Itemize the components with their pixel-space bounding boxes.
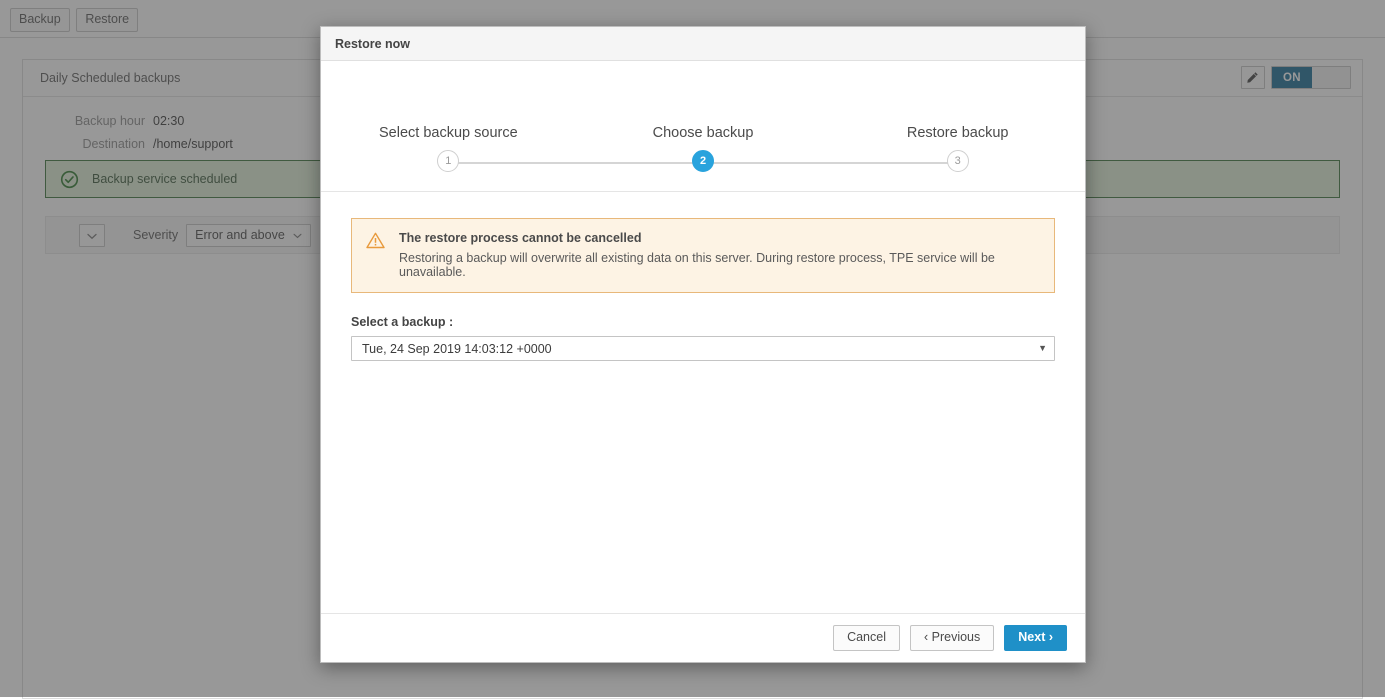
next-button[interactable]: Next › <box>1004 625 1067 651</box>
select-backup-dropdown[interactable]: Tue, 24 Sep 2019 14:03:12 +0000 ▼ <box>351 336 1055 361</box>
stepper-dots: 1 2 3 <box>321 150 1085 172</box>
step-dot-container-2: 2 <box>576 150 831 172</box>
warning-alert-text: Restoring a backup will overwrite all ex… <box>399 251 1040 279</box>
restore-now-dialog: Restore now Select backup source Choose … <box>320 26 1086 663</box>
stepper-labels: Select backup source Choose backup Resto… <box>321 125 1085 141</box>
warning-alert: The restore process cannot be cancelled … <box>351 218 1055 293</box>
step-dot-container-1: 1 <box>321 150 576 172</box>
select-backup-value: Tue, 24 Sep 2019 14:03:12 +0000 <box>362 342 552 356</box>
dialog-body: The restore process cannot be cancelled … <box>321 192 1085 613</box>
previous-button[interactable]: ‹ Previous <box>910 625 994 651</box>
cancel-button[interactable]: Cancel <box>833 625 900 651</box>
step-dot-3[interactable]: 3 <box>947 150 969 172</box>
dialog-title: Restore now <box>335 37 410 51</box>
step-dot-1[interactable]: 1 <box>437 150 459 172</box>
step-label-1: Select backup source <box>321 125 576 141</box>
dialog-footer: Cancel ‹ Previous Next › <box>321 613 1085 662</box>
warning-triangle-icon <box>366 231 385 279</box>
caret-down-icon: ▼ <box>1038 344 1047 353</box>
step-dot-container-3: 3 <box>830 150 1085 172</box>
step-label-3: Restore backup <box>830 125 1085 141</box>
wizard-stepper: Select backup source Choose backup Resto… <box>321 61 1085 192</box>
warning-alert-title: The restore process cannot be cancelled <box>399 231 1040 245</box>
step-label-2: Choose backup <box>576 125 831 141</box>
warning-alert-content: The restore process cannot be cancelled … <box>399 231 1040 279</box>
step-dot-2[interactable]: 2 <box>692 150 714 172</box>
dialog-header: Restore now <box>321 27 1085 61</box>
select-backup-label: Select a backup : <box>351 315 1055 329</box>
